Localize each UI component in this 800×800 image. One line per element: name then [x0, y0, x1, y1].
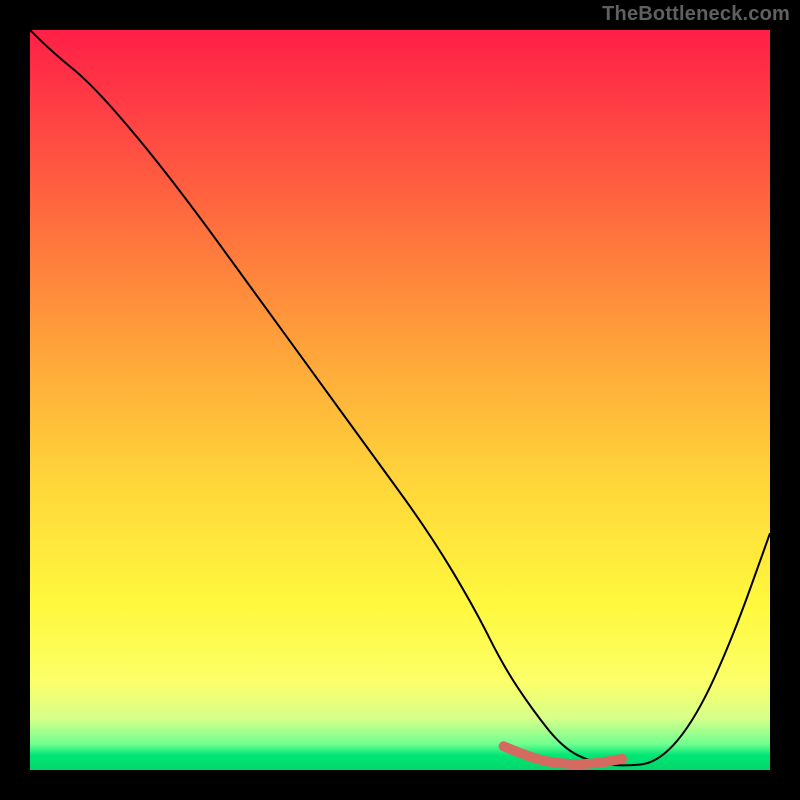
chart-area: [30, 30, 770, 770]
bottleneck-curve: [30, 30, 770, 765]
chart-svg: [30, 30, 770, 770]
watermark-text: TheBottleneck.com: [602, 3, 790, 26]
optimal-range-highlight: [504, 746, 622, 764]
